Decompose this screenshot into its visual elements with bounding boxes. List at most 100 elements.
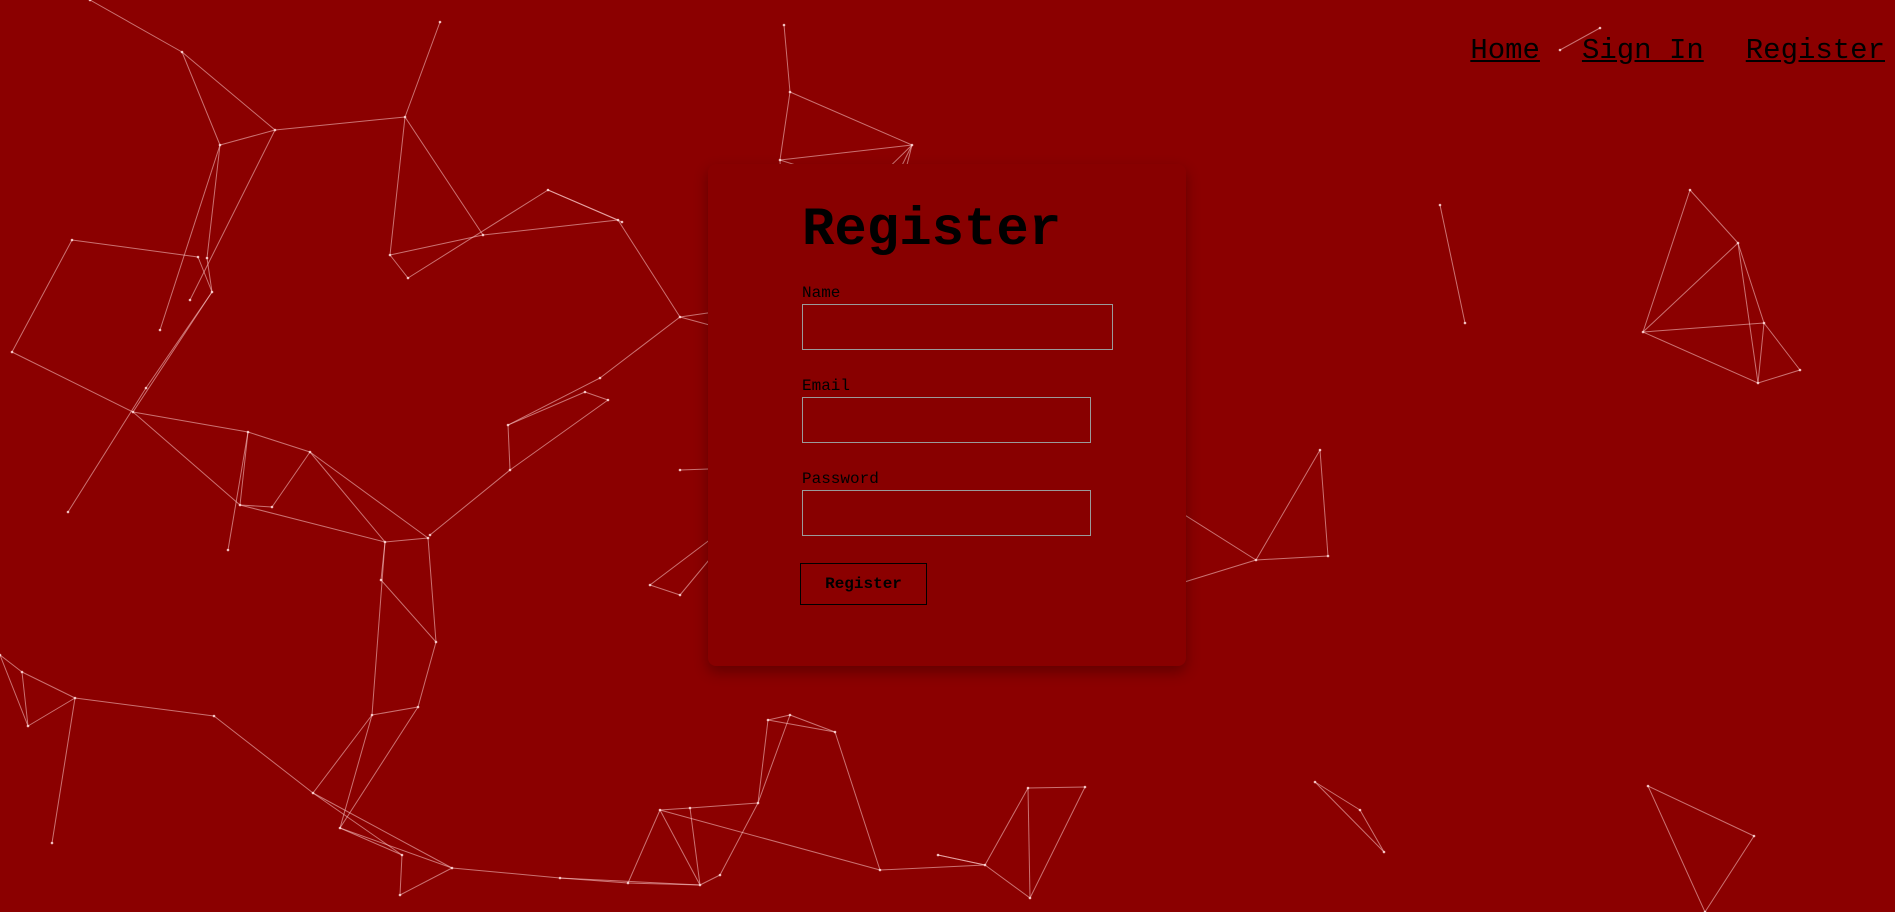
network-link [937, 854, 986, 866]
network-node [26, 724, 30, 728]
name-label: Name [802, 284, 841, 302]
network-link [1314, 781, 1385, 853]
network-node [403, 115, 407, 119]
network-link [689, 802, 759, 809]
network-link [206, 144, 221, 259]
network-link [189, 129, 276, 301]
network-node [434, 640, 438, 644]
network-node [1318, 448, 1322, 452]
network-link [1704, 835, 1755, 912]
network-node [782, 23, 786, 27]
network-link [132, 411, 249, 433]
network-node [936, 853, 940, 857]
network-node [246, 430, 250, 434]
nav-link-register[interactable]: Register [1746, 34, 1885, 67]
network-link [1757, 369, 1801, 384]
network-node [678, 593, 682, 597]
network-link [239, 504, 386, 543]
network-node [878, 868, 882, 872]
network-node [416, 705, 420, 709]
network-node [583, 390, 587, 394]
network-link [74, 697, 215, 717]
network-link [371, 541, 386, 716]
network-link [509, 399, 609, 471]
network-link [71, 239, 199, 258]
register-card: Register Name Email Password Register [708, 164, 1186, 666]
network-link [482, 219, 619, 236]
nav-link-home[interactable]: Home [1470, 34, 1540, 67]
network-node [626, 881, 630, 885]
network-node [308, 450, 312, 454]
network-node [180, 50, 184, 54]
network-node [756, 801, 760, 805]
network-link [312, 714, 373, 794]
network-node [450, 866, 454, 870]
network-link [309, 451, 386, 543]
network-link [11, 239, 73, 353]
network-link [1737, 242, 1759, 384]
network-link [984, 787, 1029, 866]
network-node [1326, 554, 1330, 558]
network-node [1752, 834, 1756, 838]
network-node [273, 128, 277, 132]
network-link [699, 874, 721, 886]
network-node [598, 376, 602, 380]
register-submit-button[interactable]: Register [800, 563, 927, 605]
network-node [1598, 26, 1602, 30]
network-link [219, 129, 276, 146]
network-node [1026, 786, 1030, 790]
email-label: Email [802, 377, 851, 395]
network-link [51, 697, 76, 844]
network-node [338, 826, 342, 830]
network-link [159, 144, 221, 331]
network-node [481, 233, 485, 237]
network-node [438, 20, 442, 24]
network-node [1463, 321, 1467, 325]
page: Home Sign In Register Register Name Emai… [0, 0, 1895, 912]
network-link [719, 802, 759, 876]
network-node [188, 298, 192, 302]
network-link [417, 641, 437, 708]
nav-link-sign-in[interactable]: Sign In [1582, 34, 1704, 67]
network-node [1438, 203, 1442, 207]
network-node [616, 218, 620, 222]
network-link [427, 537, 437, 643]
network-node [370, 713, 374, 717]
network-link [649, 584, 681, 596]
network-node [788, 713, 792, 717]
network-node [788, 90, 792, 94]
network-link [547, 189, 623, 223]
password-input[interactable] [802, 490, 1091, 536]
network-link [1642, 322, 1765, 333]
network-link [779, 91, 791, 161]
network-link [1027, 786, 1086, 789]
network-link [339, 706, 419, 829]
email-input[interactable] [802, 397, 1091, 443]
network-link [389, 234, 484, 256]
name-input[interactable] [802, 304, 1113, 350]
network-link [132, 411, 241, 506]
network-link [309, 451, 429, 539]
network-link [1642, 331, 1759, 384]
network-node [678, 468, 682, 472]
network-node [66, 510, 70, 514]
network-link [627, 809, 661, 884]
network-link [389, 116, 406, 256]
network-node [1313, 780, 1317, 784]
network-link [1029, 786, 1086, 899]
network-link [1757, 322, 1765, 384]
network-link [599, 316, 681, 379]
network-link [1642, 189, 1691, 333]
network-node [1688, 188, 1692, 192]
network-node [238, 503, 242, 507]
network-link [339, 827, 453, 869]
network-link [1737, 242, 1765, 324]
network-link [659, 807, 691, 811]
network-link [451, 867, 561, 879]
network-link [339, 714, 373, 829]
network-link [339, 827, 403, 856]
network-node [1762, 321, 1766, 325]
network-link [507, 424, 511, 471]
network-node [1083, 785, 1087, 789]
network-link [21, 671, 76, 699]
